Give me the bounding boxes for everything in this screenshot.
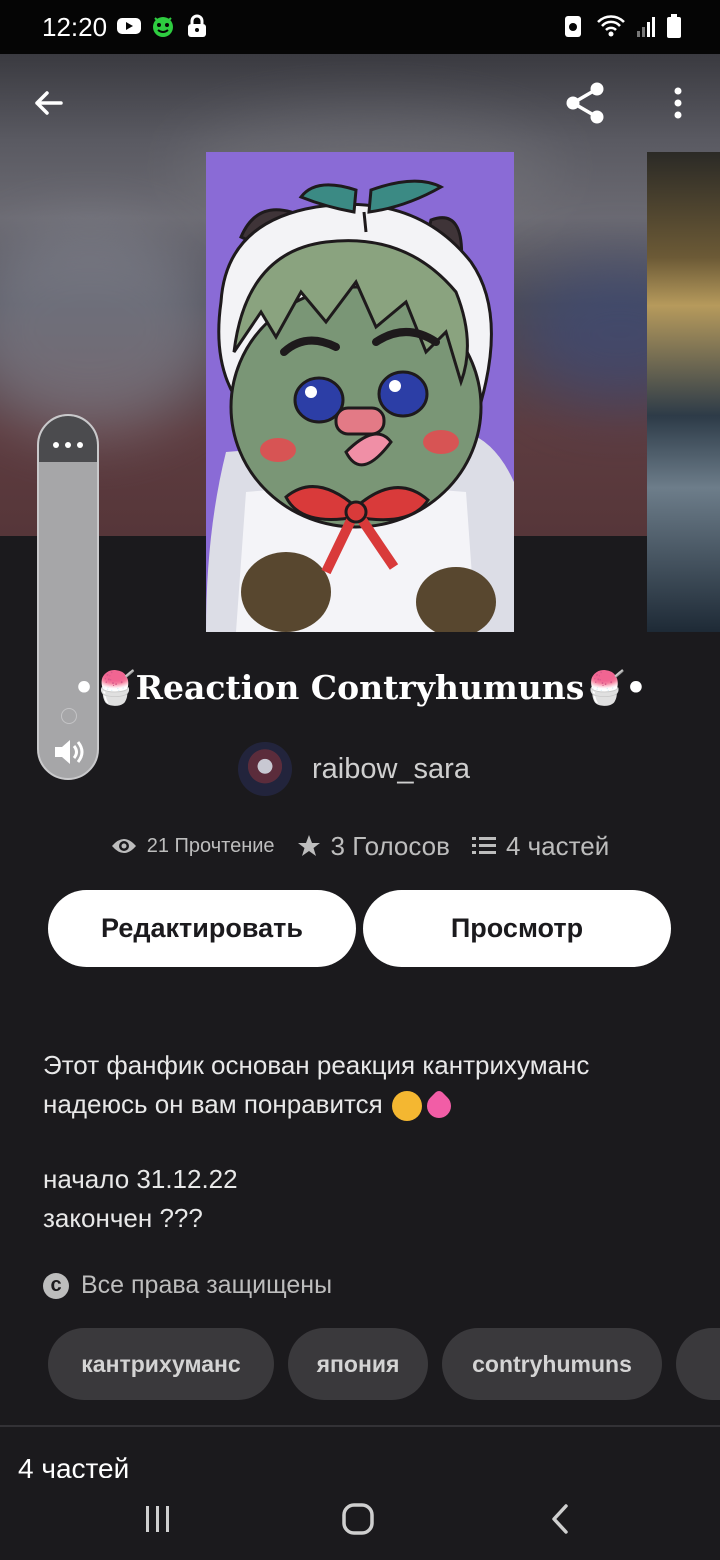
pink-heart-emoji-icon — [421, 1089, 456, 1124]
tag-chip[interactable]: кантрихуманс — [48, 1328, 274, 1400]
home-button[interactable] — [328, 1496, 388, 1542]
speaker-icon[interactable] — [51, 734, 87, 770]
description-line: начало 31.12.22 — [43, 1164, 238, 1194]
volume-overlay[interactable] — [37, 414, 99, 780]
recent-apps-button[interactable] — [128, 1496, 188, 1542]
cover-illustration — [206, 152, 514, 632]
tag-chip[interactable]: contryhumuns — [442, 1328, 662, 1400]
divider — [0, 1425, 720, 1427]
preview-button[interactable]: Просмотр — [363, 890, 671, 967]
more-vertical-icon — [674, 87, 682, 119]
story-title: •🍧Reaction Contryhumuns🍧• — [73, 668, 647, 707]
status-time: 12:20 — [42, 12, 108, 42]
reads-count: 21 Прочтение — [146, 834, 275, 857]
shushing-face-emoji-icon — [391, 1091, 422, 1122]
volume-level-indicator — [61, 708, 77, 724]
tag-chip[interactable]: япония — [288, 1328, 428, 1400]
star-icon — [297, 835, 320, 856]
votes-stat: 3 Голосов — [297, 831, 450, 862]
description-line: надеюсь он вам понравится — [43, 1089, 383, 1119]
signal-icon — [637, 17, 655, 37]
system-nav-bar — [0, 1478, 720, 1560]
home-icon — [342, 1503, 374, 1535]
story-cover-image[interactable] — [206, 152, 514, 632]
wifi-icon — [597, 15, 625, 37]
status-bar: 12:20 — [0, 0, 720, 54]
description-line: Этот фанфик основан реакция кантрихуманс — [43, 1050, 590, 1080]
more-horizontal-icon — [53, 442, 83, 448]
copyright-label: Все права защищены — [81, 1271, 333, 1299]
story-description: Этот фанфик основан реакция кантрихуманс… — [43, 1046, 683, 1238]
avatar — [238, 742, 292, 796]
story-stats: 21 Прочтение 3 Голосов 4 частей — [0, 826, 720, 866]
share-icon — [566, 82, 604, 124]
share-button[interactable] — [558, 75, 614, 131]
tag-chip-overflow[interactable] — [676, 1328, 720, 1400]
nav-back-button[interactable] — [530, 1496, 590, 1542]
tag-list: кантрихуманс япония contryhumuns — [48, 1328, 720, 1400]
copyright-notice: c Все права защищены — [43, 1271, 332, 1300]
parts-section-heading: 4 частей — [18, 1453, 130, 1478]
votes-count: 3 Голосов — [330, 830, 450, 861]
next-story-cover-image[interactable] — [647, 152, 720, 632]
list-icon — [471, 837, 496, 854]
volume-menu-button[interactable] — [39, 416, 97, 462]
edit-button[interactable]: Редактировать — [48, 890, 356, 967]
parts-stat: 4 частей — [471, 830, 610, 862]
battery-saver-icon — [565, 16, 581, 37]
battery-icon — [667, 14, 681, 38]
recent-apps-icon — [146, 1506, 169, 1532]
more-options-button[interactable] — [650, 75, 706, 131]
copyright-icon: c — [43, 1272, 69, 1299]
parts-count: 4 частей — [505, 830, 610, 861]
reads-stat: 21 Прочтение — [111, 835, 275, 858]
author-name: raibow_sara — [312, 752, 470, 785]
lock-icon — [188, 14, 206, 37]
youtube-icon — [117, 18, 141, 34]
alien-app-icon — [153, 17, 173, 37]
description-line: закончен ??? — [43, 1203, 203, 1233]
back-icon — [552, 1504, 568, 1534]
arrow-left-icon — [35, 91, 63, 115]
back-button[interactable] — [21, 75, 77, 131]
author-link[interactable]: raibow_sara — [238, 740, 470, 798]
eye-icon — [111, 839, 136, 853]
